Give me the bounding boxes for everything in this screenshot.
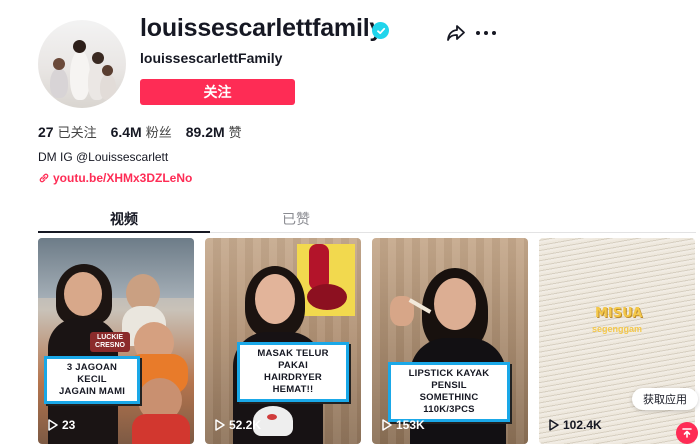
play-icon: [549, 419, 559, 431]
profile-link-text: youtu.be/XHMx3DZLeNo: [53, 171, 193, 185]
profile-username: louissescarlettfamily: [140, 14, 384, 42]
link-icon: [39, 173, 49, 183]
tab-liked[interactable]: 已赞: [210, 209, 382, 229]
stat-following-label: 已关注: [57, 125, 97, 140]
tab-videos[interactable]: 视频: [38, 209, 210, 229]
stat-likes-value: 89.2M: [185, 124, 225, 140]
play-icon: [215, 419, 225, 431]
video-card[interactable]: MASAK TELUR PAKAI HAIRDRYER HEMAT!! 52.2…: [205, 238, 361, 444]
video-card[interactable]: MISUA segenggam 102.4K: [539, 238, 695, 444]
back-to-top-icon[interactable]: [676, 422, 698, 444]
video-caption: 3 JAGOAN KECIL JAGAIN MAMI: [44, 356, 140, 404]
stat-likes-label: 赞: [228, 125, 242, 140]
video-grid: LUCKIE CRESNO 3 JAGOAN KECIL JAGAIN MAMI…: [38, 238, 698, 448]
video-views: 52.2K: [215, 418, 261, 432]
video-overlay-text: MISUA: [595, 306, 643, 321]
profile-nickname: louissescarlettFamily: [140, 50, 283, 66]
video-overlay-text: LUCKIE CRESNO: [90, 332, 130, 352]
follow-button[interactable]: 关注: [140, 79, 295, 105]
play-icon: [48, 419, 58, 431]
video-views-count: 102.4K: [563, 418, 602, 432]
video-views: 23: [48, 418, 75, 432]
video-views-count: 23: [62, 418, 76, 432]
video-overlay-subtext: segenggam: [591, 324, 642, 334]
video-views: 102.4K: [549, 418, 602, 432]
profile-bio: DM IG @Louissescarlett: [38, 150, 169, 164]
profile-stats: 27 已关注 6.4M 粉丝 89.2M 赞: [38, 122, 256, 141]
stat-following-value: 27: [38, 124, 54, 140]
video-card[interactable]: LIPSTICK KAYAK PENSIL SOMETHINC 110K/3PC…: [372, 238, 528, 444]
stat-followers-value: 6.4M: [110, 124, 142, 140]
stat-following[interactable]: 27 已关注: [38, 122, 97, 141]
share-icon[interactable]: [446, 24, 466, 42]
stat-followers-label: 粉丝: [145, 125, 172, 140]
stat-likes: 89.2M 赞: [186, 122, 242, 141]
video-card[interactable]: LUCKIE CRESNO 3 JAGOAN KECIL JAGAIN MAMI…: [38, 238, 194, 444]
video-views-count: 153K: [396, 418, 425, 432]
profile-tabs: 视频 已赞: [38, 203, 696, 233]
video-caption: LIPSTICK KAYAK PENSIL SOMETHINC 110K/3PC…: [388, 362, 510, 422]
more-icon[interactable]: [476, 24, 496, 42]
video-caption: MASAK TELUR PAKAI HAIRDRYER HEMAT!!: [237, 342, 349, 402]
verified-badge-icon: [372, 22, 389, 39]
video-views-count: 52.2K: [229, 418, 262, 432]
video-views: 153K: [382, 418, 425, 432]
avatar[interactable]: [38, 20, 126, 108]
profile-link[interactable]: youtu.be/XHMx3DZLeNo: [38, 171, 192, 185]
play-icon: [382, 419, 392, 431]
get-app-button[interactable]: 获取应用: [632, 388, 698, 410]
tab-active-indicator: [38, 231, 210, 233]
stat-followers[interactable]: 6.4M 粉丝: [111, 122, 172, 141]
